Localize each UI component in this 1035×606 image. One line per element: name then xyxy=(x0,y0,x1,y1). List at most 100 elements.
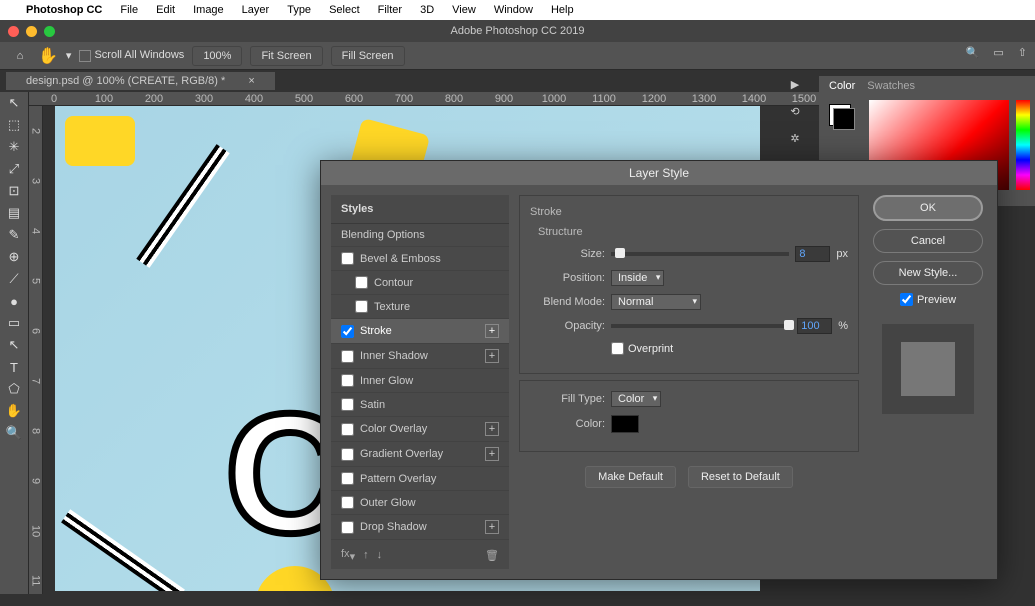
trash-icon[interactable]: 🗑 xyxy=(485,549,499,562)
effect-row-color-overlay[interactable]: Color Overlay+ xyxy=(331,417,509,442)
tool-preset-chevron-icon[interactable]: ▾ xyxy=(66,49,72,62)
opacity-input[interactable] xyxy=(797,318,832,334)
cancel-button[interactable]: Cancel xyxy=(873,229,983,253)
share-icon[interactable]: ⇧ xyxy=(1018,46,1027,59)
eyedropper-tool[interactable]: ▤ xyxy=(0,202,28,224)
position-select[interactable]: Inside xyxy=(611,270,664,286)
ruler-vertical[interactable]: 234567891011 xyxy=(29,106,43,594)
menu-type[interactable]: Type xyxy=(287,4,311,16)
hand-tool[interactable]: ✋ xyxy=(0,400,28,422)
zoom-level-field[interactable]: 100% xyxy=(192,46,242,66)
effect-row-inner-shadow[interactable]: Inner Shadow+ xyxy=(331,344,509,369)
zoom-icon[interactable] xyxy=(44,26,55,37)
effect-checkbox[interactable] xyxy=(355,300,368,313)
up-arrow-icon[interactable]: ↑ xyxy=(363,549,369,561)
effect-checkbox[interactable] xyxy=(341,496,354,509)
effect-checkbox[interactable] xyxy=(341,374,354,387)
tab-swatches[interactable]: Swatches xyxy=(867,80,915,92)
opacity-slider[interactable] xyxy=(611,324,791,328)
background-color-swatch[interactable] xyxy=(833,108,855,130)
effect-row-bevel-emboss[interactable]: Bevel & Emboss xyxy=(331,247,509,271)
clone-tool[interactable]: ⟋ xyxy=(0,268,28,290)
home-icon[interactable]: ⌂ xyxy=(10,47,30,65)
effect-checkbox[interactable] xyxy=(341,423,354,436)
play-icon[interactable]: ▶ xyxy=(791,78,799,91)
search-icon[interactable]: 🔍 xyxy=(966,46,980,59)
menu-layer[interactable]: Layer xyxy=(242,4,270,16)
effect-row-outer-glow[interactable]: Outer Glow xyxy=(331,491,509,515)
preview-checkbox[interactable]: Preview xyxy=(900,293,956,306)
menu-edit[interactable]: Edit xyxy=(156,4,175,16)
effect-row-gradient-overlay[interactable]: Gradient Overlay+ xyxy=(331,442,509,467)
menu-filter[interactable]: Filter xyxy=(378,4,402,16)
effect-row-texture[interactable]: Texture xyxy=(331,295,509,319)
add-effect-icon[interactable]: + xyxy=(485,324,499,338)
wheel-icon[interactable]: ✲ xyxy=(790,132,799,145)
effect-checkbox[interactable] xyxy=(341,350,354,363)
path-tool[interactable]: ↖ xyxy=(0,334,28,356)
effect-checkbox[interactable] xyxy=(341,472,354,485)
overprint-checkbox[interactable]: Overprint xyxy=(611,342,673,355)
menu-image[interactable]: Image xyxy=(193,4,224,16)
new-style-button[interactable]: New Style... xyxy=(873,261,983,285)
styles-header[interactable]: Styles xyxy=(331,195,509,224)
size-slider[interactable] xyxy=(611,252,789,256)
effect-checkbox[interactable] xyxy=(341,325,354,338)
scroll-all-windows-checkbox[interactable]: Scroll All Windows xyxy=(79,49,184,61)
blend-mode-select[interactable]: Normal xyxy=(611,294,701,310)
fill-screen-button[interactable]: Fill Screen xyxy=(331,46,405,66)
frame-tool[interactable]: ⊡ xyxy=(0,180,28,202)
history-icon[interactable]: ⟲ xyxy=(790,105,799,118)
marquee-tool[interactable]: ⬚ xyxy=(0,114,28,136)
fill-type-select[interactable]: Color xyxy=(611,391,661,407)
pen-tool[interactable]: ⬠ xyxy=(0,378,28,400)
lasso-tool[interactable]: ✳ xyxy=(0,136,28,158)
document-tab[interactable]: design.psd @ 100% (CREATE, RGB/8) * × xyxy=(6,72,275,90)
size-input[interactable] xyxy=(795,246,830,262)
menu-3d[interactable]: 3D xyxy=(420,4,434,16)
add-effect-icon[interactable]: + xyxy=(485,520,499,534)
add-effect-icon[interactable]: + xyxy=(485,349,499,363)
shape-tool[interactable]: ▭ xyxy=(0,312,28,334)
move-tool[interactable]: ↖ xyxy=(0,92,28,114)
tab-color[interactable]: Color xyxy=(829,80,855,92)
hue-slider[interactable] xyxy=(1016,100,1030,190)
add-effect-icon[interactable]: + xyxy=(485,447,499,461)
brush-tool[interactable]: ✎ xyxy=(0,224,28,246)
effect-checkbox[interactable] xyxy=(355,276,368,289)
effect-checkbox[interactable] xyxy=(341,448,354,461)
menu-select[interactable]: Select xyxy=(329,4,360,16)
close-tab-icon[interactable]: × xyxy=(238,72,264,90)
make-default-button[interactable]: Make Default xyxy=(585,466,676,488)
effect-row-satin[interactable]: Satin xyxy=(331,393,509,417)
type-tool[interactable]: T xyxy=(0,356,28,378)
gradient-tool[interactable]: ● xyxy=(0,290,28,312)
close-icon[interactable] xyxy=(8,26,19,37)
ok-button[interactable]: OK xyxy=(873,195,983,221)
menu-file[interactable]: File xyxy=(120,4,138,16)
effect-checkbox[interactable] xyxy=(341,521,354,534)
effect-row-stroke[interactable]: Stroke+ xyxy=(331,319,509,344)
effect-checkbox[interactable] xyxy=(341,252,354,265)
zoom-tool[interactable]: 🔍 xyxy=(0,422,28,444)
menu-help[interactable]: Help xyxy=(551,4,574,16)
app-name[interactable]: Photoshop CC xyxy=(26,4,102,16)
workspace-icon[interactable]: ▭ xyxy=(993,46,1003,59)
down-arrow-icon[interactable]: ↓ xyxy=(377,549,383,561)
fit-screen-button[interactable]: Fit Screen xyxy=(250,46,322,66)
effect-row-drop-shadow[interactable]: Drop Shadow+ xyxy=(331,515,509,540)
effect-row-contour[interactable]: Contour xyxy=(331,271,509,295)
hand-tool-icon[interactable]: ✋ xyxy=(38,46,58,66)
add-effect-icon[interactable]: + xyxy=(485,422,499,436)
blending-options-row[interactable]: Blending Options xyxy=(331,224,509,247)
color-swatch[interactable] xyxy=(611,415,639,433)
crop-tool[interactable]: ⤢ xyxy=(0,158,28,180)
effect-row-pattern-overlay[interactable]: Pattern Overlay xyxy=(331,467,509,491)
minimize-icon[interactable] xyxy=(26,26,37,37)
reset-default-button[interactable]: Reset to Default xyxy=(688,466,793,488)
effect-checkbox[interactable] xyxy=(341,398,354,411)
menu-view[interactable]: View xyxy=(452,4,476,16)
menu-window[interactable]: Window xyxy=(494,4,533,16)
healing-tool[interactable]: ⊕ xyxy=(0,246,28,268)
fx-icon[interactable]: fx▾ xyxy=(341,548,355,563)
